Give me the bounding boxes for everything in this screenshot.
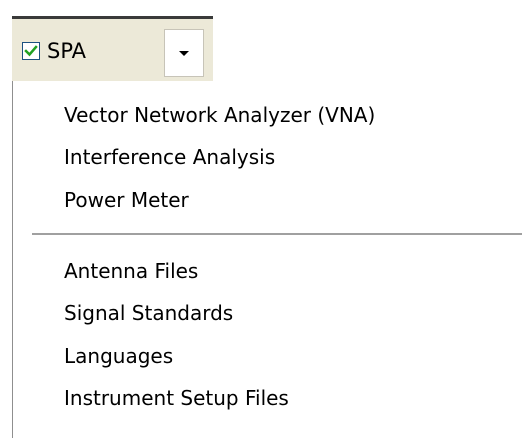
menu-separator [32, 233, 522, 236]
menu-item-interference-analysis[interactable]: Interference Analysis [64, 147, 275, 167]
menu-item-languages[interactable]: Languages [64, 346, 173, 366]
spa-mode-button[interactable]: SPA [20, 30, 160, 72]
mode-dropdown-menu: Vector Network Analyzer (VNA) Interferen… [12, 81, 525, 438]
mode-dropdown-button[interactable] [164, 29, 204, 77]
menu-item-instrument-setup-files[interactable]: Instrument Setup Files [64, 388, 289, 408]
checkmark-icon [24, 45, 38, 57]
chevron-down-icon [179, 50, 189, 56]
spa-mode-label: SPA [47, 38, 87, 63]
menu-item-power-meter[interactable]: Power Meter [64, 190, 189, 210]
menu-item-antenna-files[interactable]: Antenna Files [64, 261, 198, 281]
menu-item-signal-standards[interactable]: Signal Standards [64, 303, 233, 323]
spa-checkbox[interactable] [22, 42, 40, 60]
menu-item-vna[interactable]: Vector Network Analyzer (VNA) [64, 105, 375, 125]
